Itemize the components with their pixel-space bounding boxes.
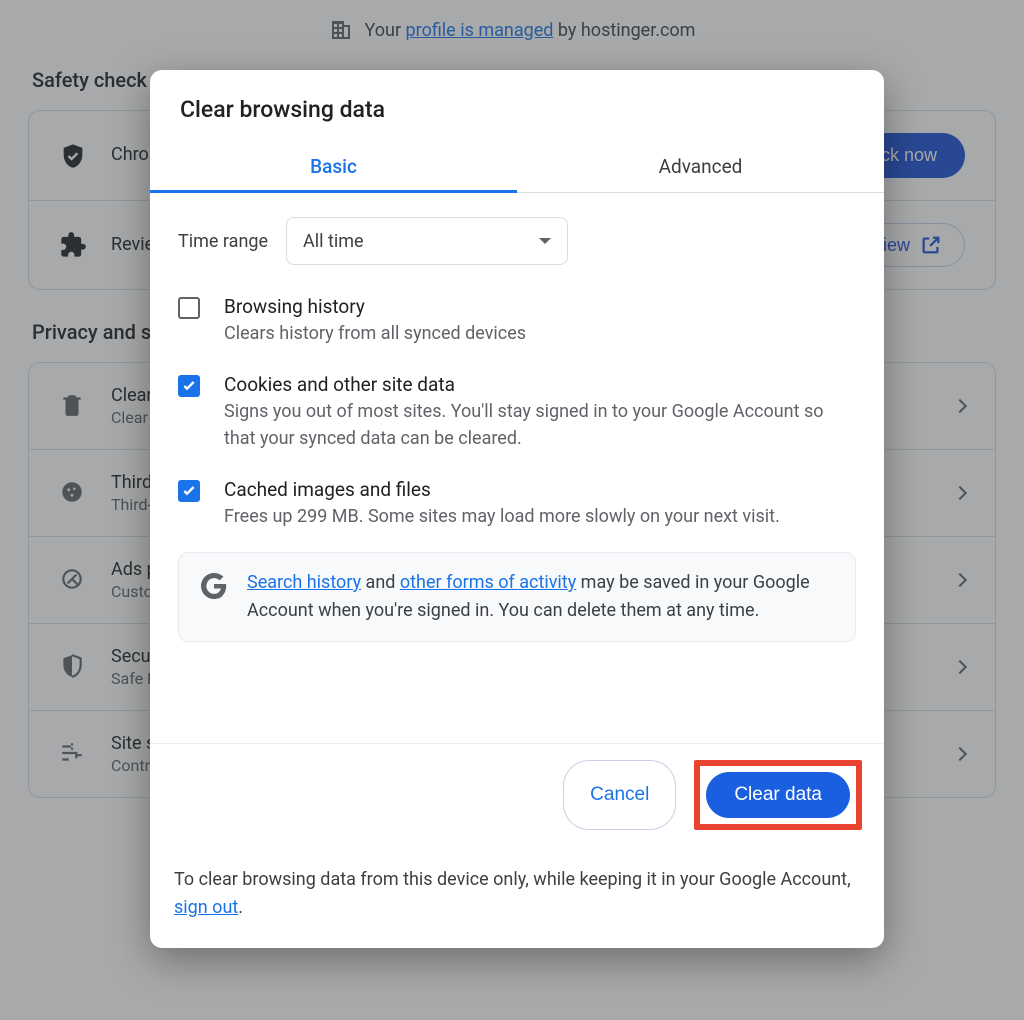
- checkbox-cookies[interactable]: [178, 375, 200, 397]
- dialog-footer-note: To clear browsing data from this device …: [150, 846, 884, 948]
- google-account-info-text: Search history and other forms of activi…: [247, 569, 833, 625]
- time-range-select[interactable]: All time: [286, 217, 568, 265]
- time-range-label: Time range: [178, 231, 268, 252]
- clear-browsing-data-dialog: Clear browsing data Basic Advanced Time …: [150, 70, 884, 948]
- google-account-info: Search history and other forms of activi…: [178, 552, 856, 642]
- sign-out-link[interactable]: sign out: [174, 897, 238, 918]
- dialog-body: Time range All time Browsing history Cle…: [150, 193, 884, 743]
- option-cookies: Cookies and other site data Signs you ou…: [178, 365, 856, 470]
- checkbox-cached[interactable]: [178, 480, 200, 502]
- dialog-title: Clear browsing data: [150, 70, 884, 141]
- time-range-value: All time: [303, 231, 364, 252]
- google-g-icon: [201, 573, 227, 599]
- caret-down-icon: [539, 238, 551, 244]
- opt-title: Cached images and files: [224, 478, 780, 501]
- opt-title: Cookies and other site data: [224, 373, 856, 396]
- cancel-button[interactable]: Cancel: [563, 760, 676, 830]
- search-history-link[interactable]: Search history: [247, 572, 361, 593]
- clear-data-button[interactable]: Clear data: [706, 772, 850, 818]
- option-browsing-history: Browsing history Clears history from all…: [178, 287, 856, 365]
- option-cached: Cached images and files Frees up 299 MB.…: [178, 470, 856, 548]
- opt-desc: Frees up 299 MB. Some sites may load mor…: [224, 503, 780, 530]
- clear-data-highlight: Clear data: [694, 760, 862, 830]
- dialog-actions: Cancel Clear data: [150, 743, 884, 846]
- dialog-tabs: Basic Advanced: [150, 141, 884, 193]
- opt-desc: Clears history from all synced devices: [224, 320, 526, 347]
- time-range-row: Time range All time: [178, 197, 856, 287]
- tab-basic[interactable]: Basic: [150, 141, 517, 192]
- checkbox-browsing-history[interactable]: [178, 297, 200, 319]
- opt-title: Browsing history: [224, 295, 526, 318]
- other-activity-link[interactable]: other forms of activity: [400, 572, 576, 593]
- opt-desc: Signs you out of most sites. You'll stay…: [224, 398, 856, 452]
- tab-advanced[interactable]: Advanced: [517, 141, 884, 192]
